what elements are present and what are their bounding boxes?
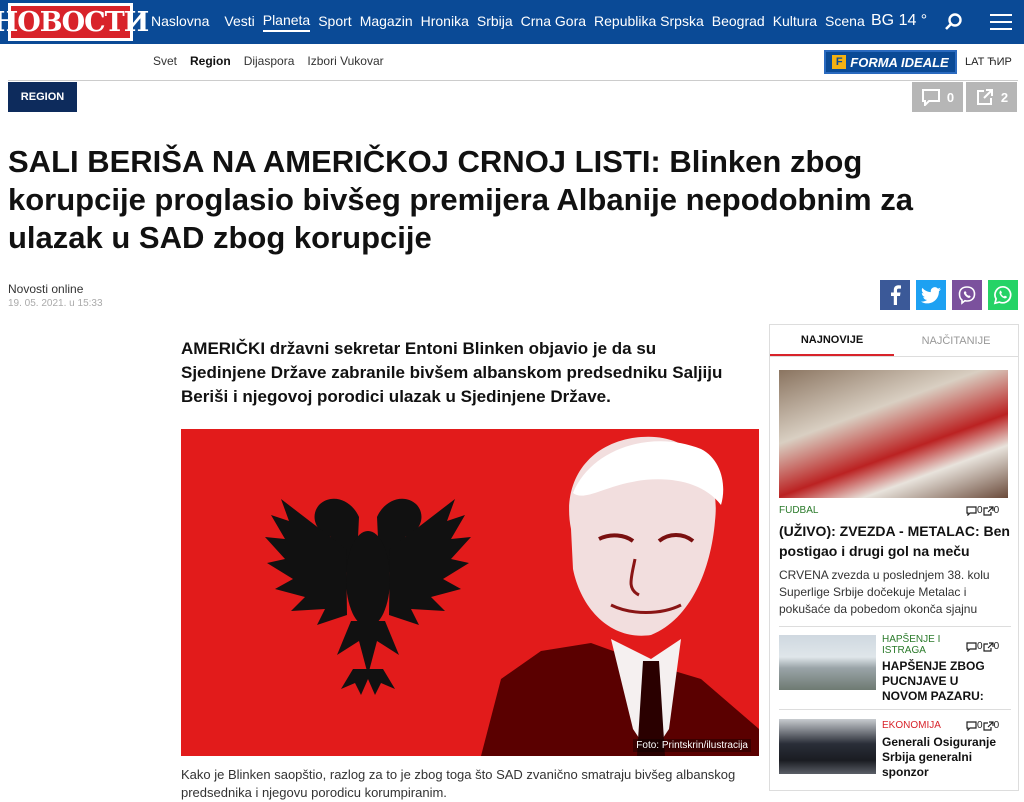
comments-button[interactable]: 0 <box>912 82 963 112</box>
tab-najcitanije[interactable]: NAJČITANIJE <box>894 325 1018 356</box>
article-date: 19. 05. 2021. u 15:33 <box>8 298 103 309</box>
article-title: SALI BERIŠA NA AMERIČKOJ CRNOJ LISTI: Bl… <box>8 144 913 255</box>
news-item-title[interactable]: HAPŠENJE ZBOG PUCNJAVE U NOVOM PAZARU: <box>882 659 1002 704</box>
weather-widget[interactable]: BG 14 ° <box>871 12 927 30</box>
news-item-category[interactable]: EKONOMIJA <box>882 720 942 731</box>
article-body-paragraph: Kako je Blinken saopštio, razlog za to j… <box>181 767 736 800</box>
sub-navigation: Svet Region Dijaspora Izbori Vukovar <box>153 54 397 68</box>
twitter-icon <box>921 286 941 303</box>
news-item-title[interactable]: Generali Osiguranje Srbija generalni spo… <box>882 735 1002 780</box>
nav-item-beograd[interactable]: Beograd <box>712 13 765 31</box>
share-icon <box>982 505 994 516</box>
viber-icon <box>958 286 976 305</box>
nav-item-hronika[interactable]: Hronika <box>421 13 469 31</box>
article-hero-image[interactable]: Foto: Printskrin/ilustracija <box>181 429 759 756</box>
nav-item-sport[interactable]: Sport <box>318 13 351 31</box>
whatsapp-icon <box>993 285 1012 305</box>
nav-item-planeta[interactable]: Planeta <box>262 12 311 32</box>
news-item-counters: 0 0 <box>966 720 999 731</box>
news-item-counters: 0 0 <box>966 641 999 652</box>
subnav-item-dijaspora[interactable]: Dijaspora <box>244 54 295 68</box>
featured-category[interactable]: FUDBAL <box>779 505 818 516</box>
novosti-logo[interactable]: НОВОСТИ <box>0 3 149 41</box>
nav-item-magazin[interactable]: Magazin <box>360 13 413 31</box>
divider <box>779 626 1011 627</box>
tab-najnovije[interactable]: NAJNOVIJE <box>770 325 894 356</box>
nav-item-republika-srpska[interactable]: Republika Srpska <box>594 13 704 31</box>
featured-title[interactable]: (UŽIVO): ZVEZDA - METALAC: Ben postigao … <box>779 521 1011 561</box>
divider <box>8 80 1018 81</box>
news-item-shares: 0 <box>993 720 1000 731</box>
subnav-item-svet[interactable]: Svet <box>153 54 177 68</box>
nav-item-naslovna[interactable]: Naslovna <box>151 13 209 31</box>
divider <box>779 709 1011 710</box>
share-icon <box>982 641 994 652</box>
top-navigation-bar: НОВОСТИ Naslovna Vesti Planeta Sport Mag… <box>0 0 1024 44</box>
search-icon[interactable] <box>944 12 964 32</box>
share-icon <box>976 89 993 105</box>
script-switch[interactable]: LAT ЋИР <box>965 56 1012 68</box>
category-badge[interactable]: REGION <box>8 82 77 112</box>
twitter-share-button[interactable] <box>916 280 946 310</box>
nav-item-crna-gora[interactable]: Crna Gora <box>521 13 586 31</box>
nav-item-vesti[interactable]: Vesti <box>224 13 254 31</box>
viber-share-button[interactable] <box>952 280 982 310</box>
subnav-item-region[interactable]: Region <box>190 54 231 68</box>
share-count-button[interactable]: 2 <box>966 82 1017 112</box>
featured-shares-count: 0 <box>993 505 1000 516</box>
featured-article-image[interactable] <box>779 370 1008 498</box>
forma-ideale-logo-icon: F <box>832 55 847 69</box>
news-item-category[interactable]: HAPŠENJE I ISTRAGA <box>882 634 942 656</box>
hamburger-menu-icon[interactable] <box>990 14 1012 30</box>
whatsapp-share-button[interactable] <box>988 280 1018 310</box>
comment-icon <box>921 89 940 106</box>
sidebar-tabs: NAJNOVIJE NAJČITANIJE <box>770 325 1018 357</box>
comment-icon <box>966 720 977 731</box>
albanian-flag-illustration <box>181 429 759 756</box>
comment-icon <box>966 641 977 652</box>
shares-count: 2 <box>1000 89 1009 105</box>
nav-item-kultura[interactable]: Kultura <box>773 13 817 31</box>
photo-caption: Foto: Printskrin/ilustracija <box>633 739 751 752</box>
article-lead: AMERIČKI državni sekretar Entoni Blinken… <box>181 339 723 406</box>
news-item-image[interactable] <box>779 719 876 774</box>
facebook-icon <box>891 285 901 305</box>
news-item-shares: 0 <box>993 641 1000 652</box>
sidebar-news-widget: NAJNOVIJE NAJČITANIJE FUDBAL 0 0 (UŽIVO)… <box>769 324 1019 791</box>
share-icon <box>982 720 994 731</box>
featured-description: CRVENA zvezda u poslednjem 38. kolu Supe… <box>779 568 990 616</box>
facebook-share-button[interactable] <box>880 280 910 310</box>
forma-ideale-label: FORMA IDEALE <box>850 54 949 70</box>
news-item-image[interactable] <box>779 635 876 690</box>
subnav-item-izbori-vukovar[interactable]: Izbori Vukovar <box>307 54 383 68</box>
article-author[interactable]: Novosti online <box>8 282 83 296</box>
nav-item-scena[interactable]: Scena <box>825 13 865 31</box>
featured-counters: 0 0 <box>966 505 999 516</box>
forma-ideale-banner[interactable]: F FORMA IDEALE <box>824 50 957 74</box>
logo-text: НОВОСТИ <box>0 6 149 38</box>
comments-count: 0 <box>946 89 955 105</box>
nav-item-srbija[interactable]: Srbija <box>477 13 513 31</box>
main-nav: Naslovna Vesti Planeta Sport Magazin Hro… <box>151 0 873 44</box>
comment-icon <box>966 505 977 516</box>
